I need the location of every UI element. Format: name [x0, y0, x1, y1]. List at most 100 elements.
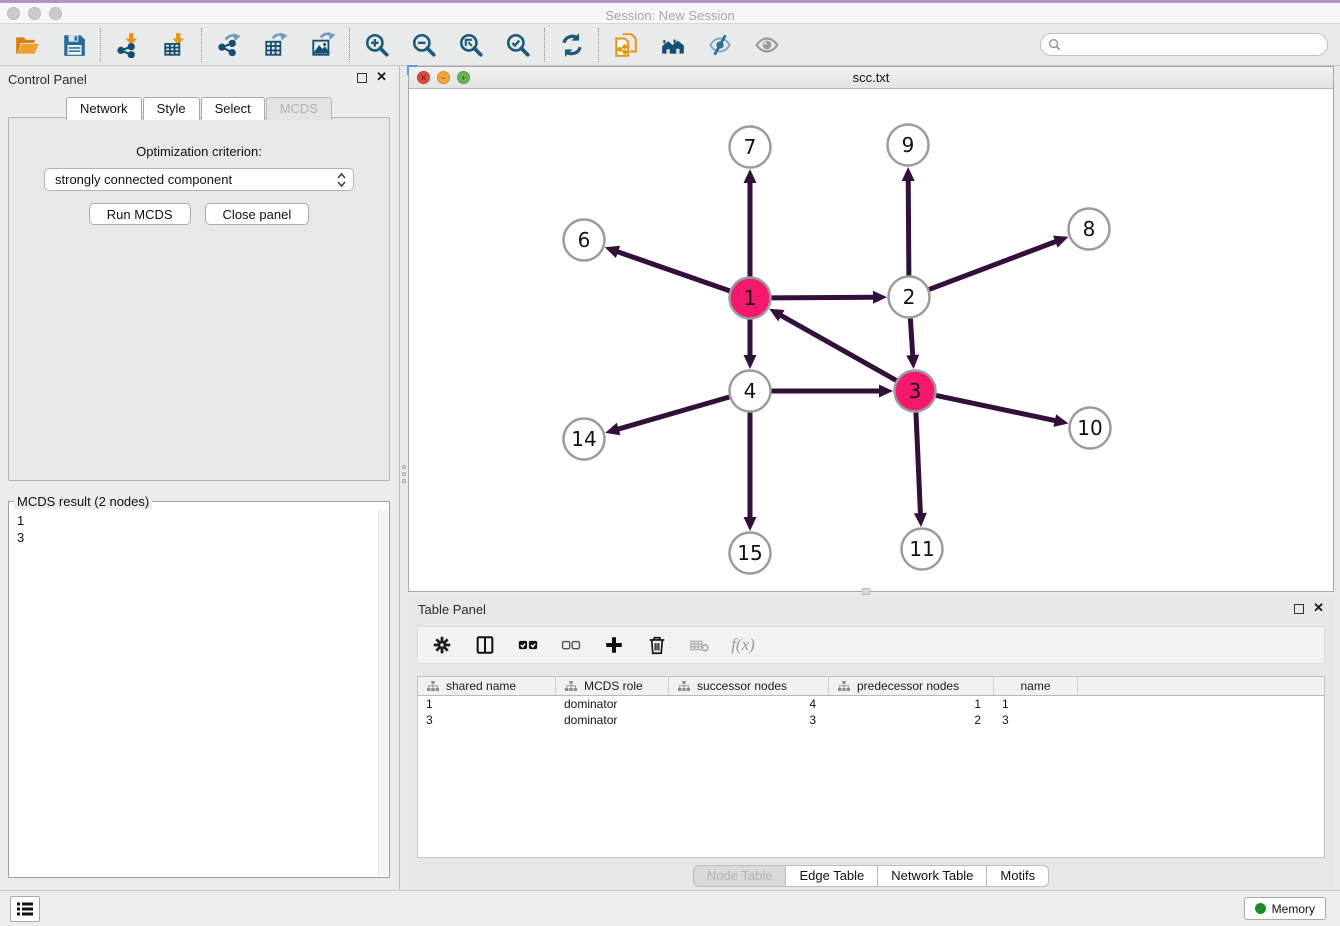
mcds-result-line: 3 [17, 529, 381, 546]
graph-edge-3-1[interactable] [780, 315, 897, 381]
graph-edge-3-10[interactable] [936, 395, 1057, 421]
table-cell[interactable]: 3 [994, 712, 1078, 728]
table-cell[interactable]: 3 [418, 712, 556, 728]
sitemap-icon [427, 681, 439, 691]
delete-table-icon [688, 633, 712, 657]
show-eye-icon[interactable] [753, 31, 780, 58]
graph-edge-3-11[interactable] [916, 412, 921, 515]
zoom-fit-icon[interactable] [457, 31, 484, 58]
zoom-selected-icon[interactable] [504, 31, 531, 58]
graph-node-label: 9 [902, 133, 915, 157]
tab-network[interactable]: Network [66, 97, 142, 120]
hide-selected-icon[interactable] [706, 31, 733, 58]
column-header-predecessor-nodes[interactable]: predecessor nodes [829, 677, 994, 695]
apply-layout-icon[interactable] [558, 31, 585, 58]
zoom-out-icon[interactable] [410, 31, 437, 58]
memory-button[interactable]: Memory [1244, 897, 1326, 920]
graph-edge-2-8[interactable] [929, 241, 1057, 289]
table-toolbar: f(x) [417, 626, 1325, 664]
tab-node-table[interactable]: Node Table [693, 865, 787, 887]
close-panel-button[interactable]: Close panel [205, 203, 310, 225]
table-settings-icon[interactable] [430, 633, 454, 657]
control-panel-tabs: Network Style Select MCDS [0, 97, 399, 120]
graph-edge-1-6[interactable] [616, 251, 730, 291]
table-cell[interactable]: 1 [829, 696, 994, 712]
main-toolbar [0, 24, 1340, 66]
graph-edge-arrowhead [744, 355, 757, 369]
import-network-icon[interactable] [114, 31, 141, 58]
select-all-checkboxes-icon[interactable] [516, 633, 540, 657]
zoom-in-icon[interactable] [363, 31, 390, 58]
column-header-MCDS-role[interactable]: MCDS role [556, 677, 669, 695]
column-header-name[interactable]: name [994, 677, 1078, 695]
graph-edge-2-9[interactable] [908, 179, 909, 276]
tab-style[interactable]: Style [143, 97, 200, 120]
tab-mcds[interactable]: MCDS [266, 97, 332, 120]
graph-node-label: 10 [1077, 416, 1102, 440]
column-header-shared-name[interactable]: shared name [418, 677, 556, 695]
table-cell[interactable]: 1 [418, 696, 556, 712]
control-panel: Control Panel ✕ Network Style Select MCD… [0, 66, 400, 889]
float-table-panel-icon[interactable] [1294, 604, 1304, 614]
split-panel-icon[interactable] [473, 633, 497, 657]
app-window: Session: New Session [0, 0, 1340, 926]
graph-node-label: 15 [737, 541, 762, 565]
add-column-icon[interactable] [602, 633, 626, 657]
graph-edge-arrowhead [744, 169, 757, 183]
table-tabs: Node Table Edge Table Network Table Moti… [408, 865, 1334, 887]
tab-motifs[interactable]: Motifs [986, 865, 1049, 887]
close-table-panel-icon[interactable]: ✕ [1313, 601, 1324, 615]
table-row: 3dominator323 [418, 712, 1324, 728]
delete-column-icon[interactable] [645, 633, 669, 657]
export-network-icon[interactable] [215, 31, 242, 58]
network-view-window: ✕ − + scc.txt 7968124314101511 [408, 66, 1334, 592]
run-mcds-button[interactable]: Run MCDS [89, 203, 191, 225]
table-cell[interactable]: 1 [994, 696, 1078, 712]
close-panel-icon[interactable]: ✕ [376, 70, 387, 84]
table-cell[interactable]: 4 [669, 696, 829, 712]
open-session-icon[interactable] [13, 31, 40, 58]
select-stepper-icon [336, 172, 347, 188]
graph-node-label: 7 [744, 135, 757, 159]
deselect-all-checkboxes-icon[interactable] [559, 633, 583, 657]
memory-label: Memory [1272, 902, 1315, 916]
table-cell[interactable]: dominator [556, 712, 669, 728]
horizontal-splitter-handle[interactable] [862, 588, 870, 595]
column-header-label: shared name [446, 679, 516, 693]
copy-network-icon[interactable] [612, 31, 639, 58]
network-canvas[interactable]: 7968124314101511 [409, 89, 1333, 591]
control-panel-title: Control Panel [8, 72, 87, 87]
tab-edge-table[interactable]: Edge Table [785, 865, 878, 887]
table-row: 1dominator411 [418, 696, 1324, 712]
show-all-networks-icon[interactable] [659, 31, 686, 58]
tab-select[interactable]: Select [201, 97, 265, 120]
table-cell[interactable]: dominator [556, 696, 669, 712]
result-scrollbar[interactable] [378, 510, 388, 876]
column-header-successor-nodes[interactable]: successor nodes [669, 677, 829, 695]
layout-group [545, 31, 598, 58]
table-panel: Table Panel ✕ [408, 597, 1334, 889]
export-image-icon[interactable] [309, 31, 336, 58]
save-session-icon[interactable] [60, 31, 87, 58]
column-header-filler [1078, 677, 1324, 695]
table-cell[interactable]: 2 [829, 712, 994, 728]
vertical-splitter-handle[interactable] [401, 462, 407, 486]
optimization-criterion-select[interactable]: strongly connected component [44, 168, 354, 191]
graph-node-label: 6 [578, 228, 591, 252]
column-header-label: predecessor nodes [857, 679, 959, 693]
graph-edge-2-3[interactable] [910, 318, 912, 357]
graph-edge-arrowhead [914, 513, 927, 527]
graph-edge-arrowhead [873, 291, 887, 304]
import-table-icon[interactable] [161, 31, 188, 58]
mcds-result-text[interactable]: 13 [9, 509, 389, 877]
task-history-button[interactable] [10, 896, 40, 922]
graph-edge-4-14[interactable] [617, 397, 730, 430]
table-cell[interactable]: 3 [669, 712, 829, 728]
export-table-icon[interactable] [262, 31, 289, 58]
search-field[interactable] [1040, 33, 1328, 56]
search-input[interactable] [1061, 35, 1327, 54]
file-group [0, 31, 100, 58]
tab-network-table[interactable]: Network Table [877, 865, 987, 887]
float-panel-icon[interactable] [357, 73, 367, 83]
graph-edge-1-2[interactable] [771, 297, 875, 298]
